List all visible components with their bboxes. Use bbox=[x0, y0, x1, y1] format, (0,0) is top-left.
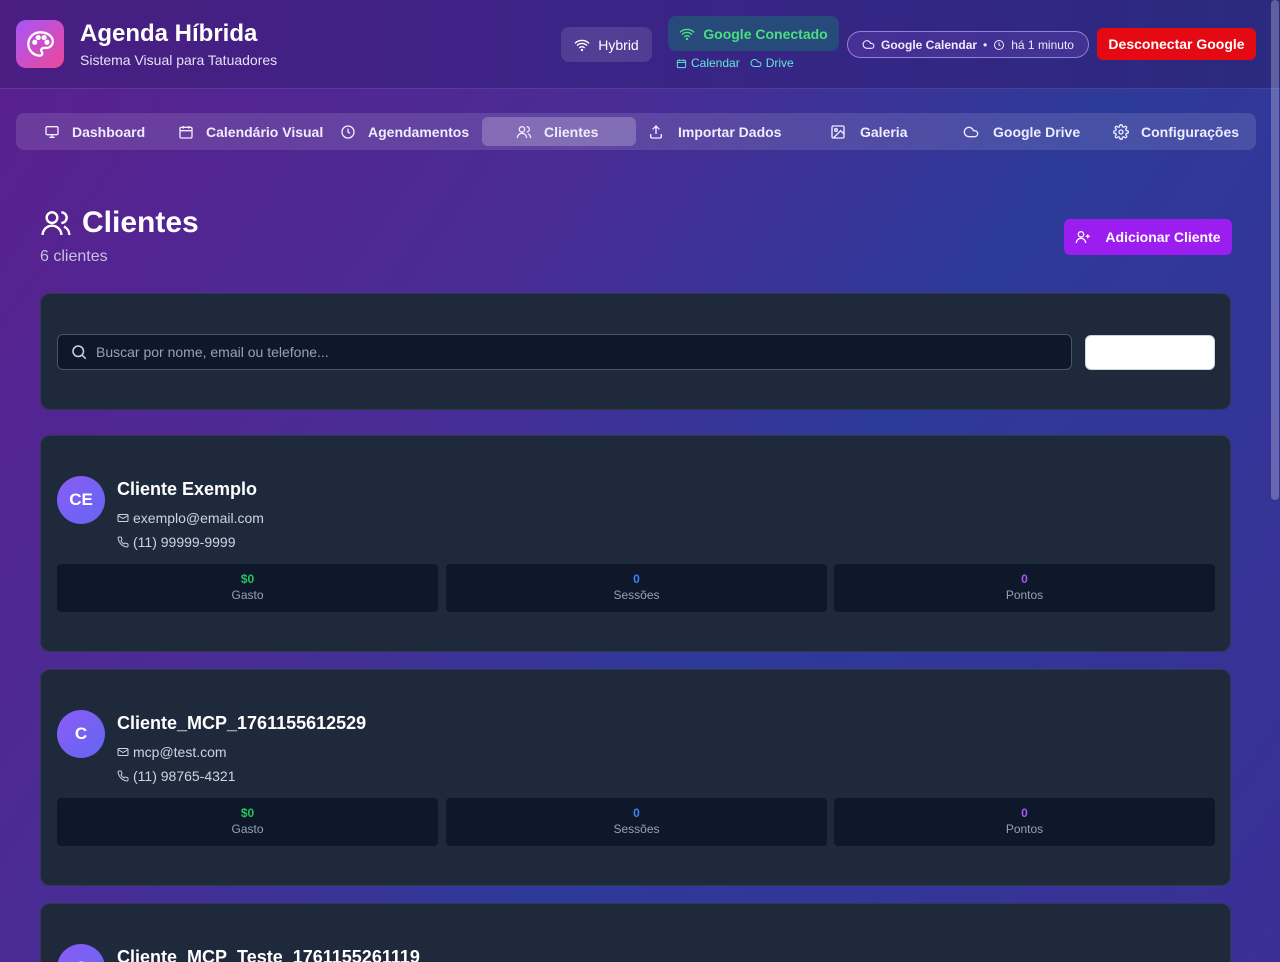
cloud-icon bbox=[862, 40, 875, 49]
avatar: C bbox=[57, 710, 105, 758]
separator-dot: • bbox=[983, 37, 988, 52]
calendar-icon bbox=[676, 58, 687, 68]
calendar-icon bbox=[179, 125, 193, 139]
tab-calendario-visual[interactable]: Calendário Visual bbox=[166, 117, 336, 146]
tab-dashboard[interactable]: Dashboard bbox=[32, 117, 172, 146]
tab-agendamentos[interactable]: Agendamentos bbox=[328, 117, 488, 146]
user-plus-icon bbox=[1076, 231, 1091, 244]
page-scrollbar[interactable] bbox=[1271, 0, 1279, 500]
filter-select[interactable] bbox=[1085, 335, 1215, 370]
page-title: Clientes bbox=[40, 206, 199, 240]
tab-importar-dados[interactable]: Importar Dados bbox=[636, 117, 806, 146]
disconnect-google-button[interactable]: Desconectar Google bbox=[1097, 28, 1256, 60]
calendar-sync-status: Google Calendar • há 1 minuto bbox=[847, 31, 1089, 58]
client-card[interactable]: CE Cliente Exemplo exemplo@email.com (11… bbox=[40, 435, 1231, 652]
calendar-sync-time: há 1 minuto bbox=[1011, 37, 1074, 52]
mail-icon bbox=[117, 748, 129, 756]
app-subtitle: Sistema Visual para Tatuadores bbox=[80, 52, 278, 68]
client-name: Cliente Exemplo bbox=[117, 479, 258, 499]
tab-galeria[interactable]: Galeria bbox=[818, 117, 958, 146]
avatar: CE bbox=[57, 476, 105, 524]
search-icon bbox=[72, 345, 87, 360]
cloud-icon bbox=[963, 126, 979, 137]
google-calendar-link[interactable]: Calendar bbox=[676, 56, 740, 70]
upload-icon bbox=[650, 124, 662, 139]
client-card[interactable]: C Cliente_MCP_1761155612529 mcp@test.com… bbox=[40, 669, 1231, 886]
users-icon bbox=[516, 125, 532, 138]
google-status-badge: Google Conectado bbox=[668, 16, 839, 51]
stat-pontos: 0 Pontos bbox=[834, 798, 1215, 846]
clock-icon bbox=[341, 124, 355, 139]
tab-configuracoes[interactable]: Configurações bbox=[1101, 117, 1251, 146]
mail-icon bbox=[117, 514, 129, 522]
client-count: 6 clientes bbox=[40, 248, 108, 265]
calendar-sync-label: Google Calendar bbox=[881, 37, 978, 52]
phone-icon bbox=[117, 770, 129, 782]
palette-icon bbox=[16, 20, 64, 68]
gear-icon bbox=[1113, 123, 1129, 140]
google-drive-link[interactable]: Drive bbox=[750, 56, 794, 70]
mode-badge[interactable]: Hybrid bbox=[561, 27, 652, 62]
tab-google-drive[interactable]: Google Drive bbox=[951, 117, 1111, 146]
google-service-links: Calendar Drive bbox=[676, 56, 794, 70]
clock-icon bbox=[994, 39, 1005, 50]
users-icon bbox=[41, 211, 71, 236]
mode-label: Hybrid bbox=[598, 36, 639, 53]
stat-sessoes: 0 Sessões bbox=[446, 798, 827, 846]
wifi-icon bbox=[679, 28, 695, 40]
search-card bbox=[40, 293, 1231, 410]
main-nav: Dashboard Calendário Visual Agendamentos… bbox=[16, 113, 1256, 150]
wifi-icon bbox=[574, 39, 590, 51]
stat-sessoes: 0 Sessões bbox=[446, 564, 827, 612]
tab-clientes[interactable]: Clientes bbox=[482, 117, 636, 146]
client-email: mcp@test.com bbox=[117, 744, 227, 760]
app-header: Agenda Híbrida Sistema Visual para Tatua… bbox=[0, 0, 1280, 89]
image-icon bbox=[831, 124, 845, 139]
client-card[interactable]: C Cliente_MCP_Teste_1761155261119 bbox=[40, 903, 1231, 962]
stat-pontos: 0 Pontos bbox=[834, 564, 1215, 612]
client-phone: (11) 99999-9999 bbox=[117, 534, 235, 550]
search-box[interactable] bbox=[57, 334, 1072, 370]
cloud-icon bbox=[750, 59, 762, 67]
client-email: exemplo@email.com bbox=[117, 510, 264, 526]
add-client-button[interactable]: Adicionar Cliente bbox=[1064, 219, 1232, 255]
monitor-icon bbox=[45, 125, 59, 138]
search-input[interactable] bbox=[96, 344, 1046, 360]
google-status-label: Google Conectado bbox=[703, 25, 828, 42]
client-name: Cliente_MCP_Teste_1761155261119 bbox=[117, 947, 420, 962]
stat-gasto: $0 Gasto bbox=[57, 798, 438, 846]
stat-gasto: $0 Gasto bbox=[57, 564, 438, 612]
avatar: C bbox=[57, 944, 105, 962]
app-title: Agenda Híbrida bbox=[80, 20, 258, 47]
phone-icon bbox=[117, 536, 129, 548]
client-name: Cliente_MCP_1761155612529 bbox=[117, 713, 367, 733]
client-phone: (11) 98765-4321 bbox=[117, 768, 235, 784]
